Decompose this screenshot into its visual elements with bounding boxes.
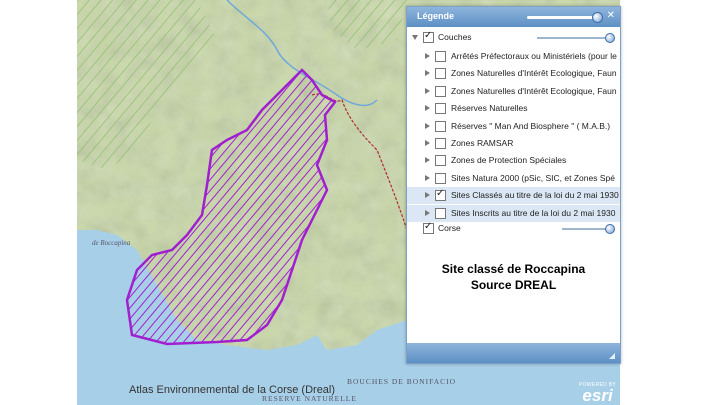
layer-checkbox[interactable] (435, 172, 446, 184)
layer-label: Sites Inscrits au titre de la loi du 2 m… (451, 207, 616, 218)
expand-arrow-icon[interactable] (425, 87, 430, 94)
expand-arrow-icon[interactable] (425, 70, 430, 77)
legend-tree: ✓ Couches Arrêtés Préfectoraux ou Minist… (407, 27, 620, 342)
corse-opacity-slider-handle[interactable] (605, 224, 615, 234)
layer-label: Zones RAMSAR (451, 138, 514, 148)
transparency-slider-handle[interactable] (592, 12, 603, 23)
expand-arrow-icon[interactable] (425, 105, 430, 112)
layer-checkbox[interactable]: ✓ (435, 188, 446, 202)
layer-label: Sites Natura 2000 (pSic, SIC, et Zones S… (451, 172, 615, 183)
layer-label: Arrêtés Préfectoraux ou Ministériels (po… (451, 51, 617, 61)
layer-checkbox[interactable] (435, 68, 446, 80)
caption-source: Source DREAL (470, 278, 557, 292)
tree-node-corse[interactable]: ✓ Corse (407, 220, 620, 237)
tree-node-layer[interactable]: Zones Naturelles d'Intérêt Ecologique, F… (407, 65, 620, 82)
tree-node-layer[interactable]: ✓ Sites Classés au titre de la loi du 2 m… (407, 187, 620, 205)
layer-label: Zones de Protection Spéciales (451, 155, 567, 166)
corse-opacity-slider-track[interactable] (562, 228, 607, 230)
tree-node-layer[interactable]: Réserves Naturelles (407, 100, 620, 117)
legend-title: Légende (417, 11, 455, 21)
legend-header[interactable]: Légende ✕ (407, 7, 620, 27)
tree-node-layer[interactable]: Arrêtés Préfectoraux ou Ministériels (po… (407, 48, 620, 65)
resize-grip-icon[interactable] (609, 353, 615, 359)
tree-node-layer[interactable]: Zones de Protection Spéciales (407, 152, 620, 169)
tree-label-corse: Corse (438, 223, 461, 233)
esri-logo: POWERED BY esri (579, 382, 616, 405)
esri-brand-text: esri (582, 386, 613, 405)
expand-arrow-icon[interactable] (425, 53, 430, 59)
collapse-arrow-icon[interactable] (412, 35, 418, 40)
tree-node-couches[interactable]: ✓ Couches (407, 29, 620, 46)
layer-checkbox[interactable] (435, 155, 446, 167)
tree-node-layer[interactable]: Zones RAMSAR (407, 135, 620, 152)
expand-arrow-icon[interactable] (425, 209, 430, 216)
tree-node-layer[interactable]: Zones Naturelles d'Intérêt Ecologique, F… (407, 83, 620, 100)
transparency-slider-track[interactable] (527, 16, 599, 19)
map-credit: Atlas Environnemental de la Corse (Dreal… (129, 384, 336, 396)
tree-node-layer[interactable]: Réserves " Man And Biosphere " ( M.A.B.) (407, 118, 620, 135)
tree-label-couches: Couches (438, 32, 472, 42)
layer-checkbox[interactable] (435, 120, 446, 132)
legend-footer (407, 343, 620, 363)
layer-checkbox[interactable] (435, 207, 446, 219)
layer-checkbox[interactable] (435, 138, 446, 149)
expand-arrow-icon[interactable] (425, 174, 430, 181)
couches-opacity-slider-handle[interactable] (605, 33, 615, 43)
expand-arrow-icon[interactable] (425, 192, 430, 199)
caption-site-name: Site classé de Roccapina (441, 262, 586, 276)
layer-label: Réserves " Man And Biosphere " ( M.A.B.) (451, 120, 611, 131)
expand-arrow-icon[interactable] (425, 122, 430, 129)
checkbox-corse[interactable]: ✓ (423, 221, 434, 234)
place-label-bouches: BOUCHES DE BONIFACIO (347, 377, 456, 386)
expand-arrow-icon[interactable] (425, 140, 430, 146)
layer-label: Sites Classés au titre de la loi du 2 ma… (451, 190, 619, 201)
layer-label: Réserves Naturelles (451, 103, 528, 114)
checkbox-couches[interactable]: ✓ (423, 30, 434, 43)
layer-checkbox[interactable] (435, 103, 446, 115)
close-icon[interactable]: ✕ (607, 10, 615, 21)
expand-arrow-icon[interactable] (425, 157, 430, 164)
layer-label: Zones Naturelles d'Intérêt Ecologique, F… (451, 68, 617, 79)
layer-checkbox[interactable] (435, 51, 446, 62)
layer-checkbox[interactable] (435, 85, 446, 97)
layer-label: Zones Naturelles d'Intérêt Ecologique, F… (451, 85, 617, 96)
svg-text:de Roccapina: de Roccapina (92, 239, 131, 247)
legend-panel: Légende ✕ ✓ Couches Arrêtés Préfectoraux… (406, 6, 621, 364)
tree-node-layer[interactable]: Sites Natura 2000 (pSic, SIC, et Zones S… (407, 170, 620, 187)
couches-opacity-slider-track[interactable] (537, 37, 605, 39)
